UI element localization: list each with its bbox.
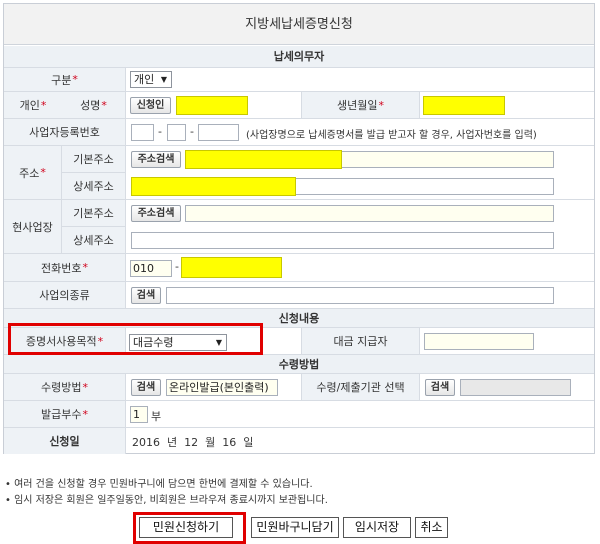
phone-label: 전화번호 * [4, 254, 126, 281]
name-label: 성명 * [62, 92, 126, 118]
basket-button[interactable]: 민원바구니담기 [251, 517, 339, 538]
workplace-label: 현사업장 [4, 200, 62, 253]
note-item: • 임시 저장은 회원은 일주일동안, 비회원은 브라우져 종료시까지 보관됩니… [5, 495, 328, 506]
copies-label: 발급부수 * [4, 401, 126, 427]
workplace-detail-label: 상세주소 [62, 227, 126, 253]
copies-input[interactable]: 1 [130, 406, 148, 423]
address-detail-label: 상세주소 [62, 173, 126, 199]
date-label: 신청일 [4, 428, 126, 454]
person-label: 개인 * [4, 92, 62, 118]
address-basic-highlight [185, 150, 342, 169]
bizno-note: (사업장명으로 납세증명서를 발급 받고자 할 경우, 사업자번호를 입력) [246, 130, 537, 141]
payer-label: 대금 지급자 [302, 328, 420, 354]
row-phone: 전화번호 * 010 - [4, 254, 594, 282]
birth-input[interactable] [423, 96, 505, 115]
row-address: 주소 * 기본주소 상세주소 주소검색 [4, 146, 594, 200]
method-input[interactable]: 온라인발급(본인출력) [166, 379, 278, 396]
biztype-input[interactable] [166, 287, 554, 304]
row-bizno: 사업자등록번호 - - (사업장명으로 납세증명서를 발급 받고자 할 경우, … [4, 119, 594, 146]
method-search-button[interactable]: 검색 [131, 379, 161, 396]
agency-label: 수령/제출기관 선택 [302, 374, 420, 400]
apply-button[interactable]: 민원신청하기 [139, 517, 233, 538]
note-item: • 여러 건을 신청할 경우 민원바구니에 담으면 한번에 결제할 수 있습니다… [5, 479, 313, 490]
bizno-part2[interactable] [167, 124, 186, 141]
address-basic-label: 기본주소 [62, 146, 126, 173]
row-date: 신청일 2016 년 12 월 16 일 [4, 428, 594, 454]
bizno-label: 사업자등록번호 [4, 119, 126, 145]
workplace-basic-label: 기본주소 [62, 200, 126, 227]
method-label: 수령방법 * [4, 374, 126, 400]
copies-unit: 부 [151, 410, 162, 423]
workplace-detail-input[interactable] [131, 232, 554, 249]
gubun-label: 구분 * [4, 68, 126, 91]
row-method: 수령방법 * 검색 온라인발급(본인출력) 수령/제출기관 선택 검색 [4, 374, 594, 401]
payer-input[interactable] [424, 333, 534, 350]
section-taxpayer: 납세의무자 [4, 46, 594, 68]
bizno-part1[interactable] [131, 124, 154, 141]
biztype-search-button[interactable]: 검색 [131, 287, 161, 304]
row-copies: 발급부수 * 1 부 [4, 401, 594, 428]
row-gubun: 구분 * 개인 ▼ [4, 68, 594, 92]
form-frame: 지방세납세증명신청 납세의무자 구분 * 개인 ▼ 개인 * 성명 * 신청인 생년월일… [3, 3, 595, 454]
purpose-highlight-box [8, 323, 263, 355]
biztype-label: 사업의종류 [4, 282, 126, 308]
cancel-button[interactable]: 취소 [415, 517, 448, 538]
name-input[interactable] [176, 96, 248, 115]
applicant-button[interactable]: 신청인 [130, 97, 171, 114]
address-detail-highlight [131, 177, 296, 196]
date-value: 2016 년 12 월 16 일 [132, 436, 254, 449]
address-label: 주소 * [4, 146, 62, 199]
gubun-select[interactable]: 개인 ▼ [130, 71, 172, 88]
agency-search-button[interactable]: 검색 [425, 379, 455, 396]
workplace-basic-input[interactable] [185, 205, 554, 222]
row-person: 개인 * 성명 * 신청인 생년월일 * [4, 92, 594, 119]
page-title: 지방세납세증명신청 [4, 4, 594, 45]
phone-area-input[interactable]: 010 [130, 260, 172, 277]
chevron-down-icon: ▼ [160, 75, 167, 84]
row-biztype: 사업의종류 검색 [4, 282, 594, 309]
workplace-search-button[interactable]: 주소검색 [131, 205, 181, 222]
notes: • 여러 건을 신청할 경우 민원바구니에 담으면 한번에 결제할 수 있습니다… [5, 477, 328, 509]
agency-input[interactable] [460, 379, 571, 396]
temp-save-button[interactable]: 임시저장 [343, 517, 411, 538]
row-workplace: 현사업장 기본주소 상세주소 주소검색 [4, 200, 594, 254]
section-receipt: 수령방법 [4, 355, 594, 374]
birth-label: 생년월일 * [302, 92, 420, 118]
phone-number-input[interactable] [181, 257, 282, 278]
bizno-part3[interactable] [198, 124, 239, 141]
address-search-button[interactable]: 주소검색 [131, 151, 181, 168]
